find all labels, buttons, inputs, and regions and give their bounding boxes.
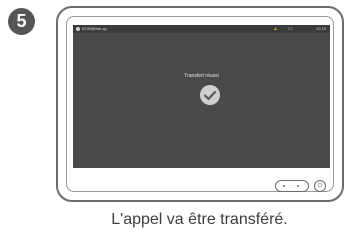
device-screen: 8230@mtk.sp ▲ ▭ 10:15 Transfert réussi (73, 25, 330, 168)
checkmark-icon (200, 85, 220, 105)
pill-dot-right (297, 185, 299, 187)
caption: L'appel va être transféré. (111, 211, 288, 228)
wifi-icon: ▲ (273, 26, 278, 32)
home-button[interactable] (275, 180, 309, 192)
status-user-label: 8230@mtk.sp (82, 26, 107, 31)
step-number-badge: 5 (8, 8, 35, 35)
status-user: 8230@mtk.sp (76, 26, 107, 32)
user-icon (76, 26, 80, 31)
battery-icon: ▭ (288, 26, 293, 32)
transfer-success-message: Transfert réussi (184, 73, 219, 79)
status-time: 10:15 (315, 26, 326, 31)
power-icon: ⏻ (317, 183, 323, 189)
status-bar: 8230@mtk.sp ▲ ▭ 10:15 (73, 25, 330, 33)
power-button[interactable]: ⏻ (314, 180, 326, 192)
pill-dot-left (283, 185, 285, 187)
